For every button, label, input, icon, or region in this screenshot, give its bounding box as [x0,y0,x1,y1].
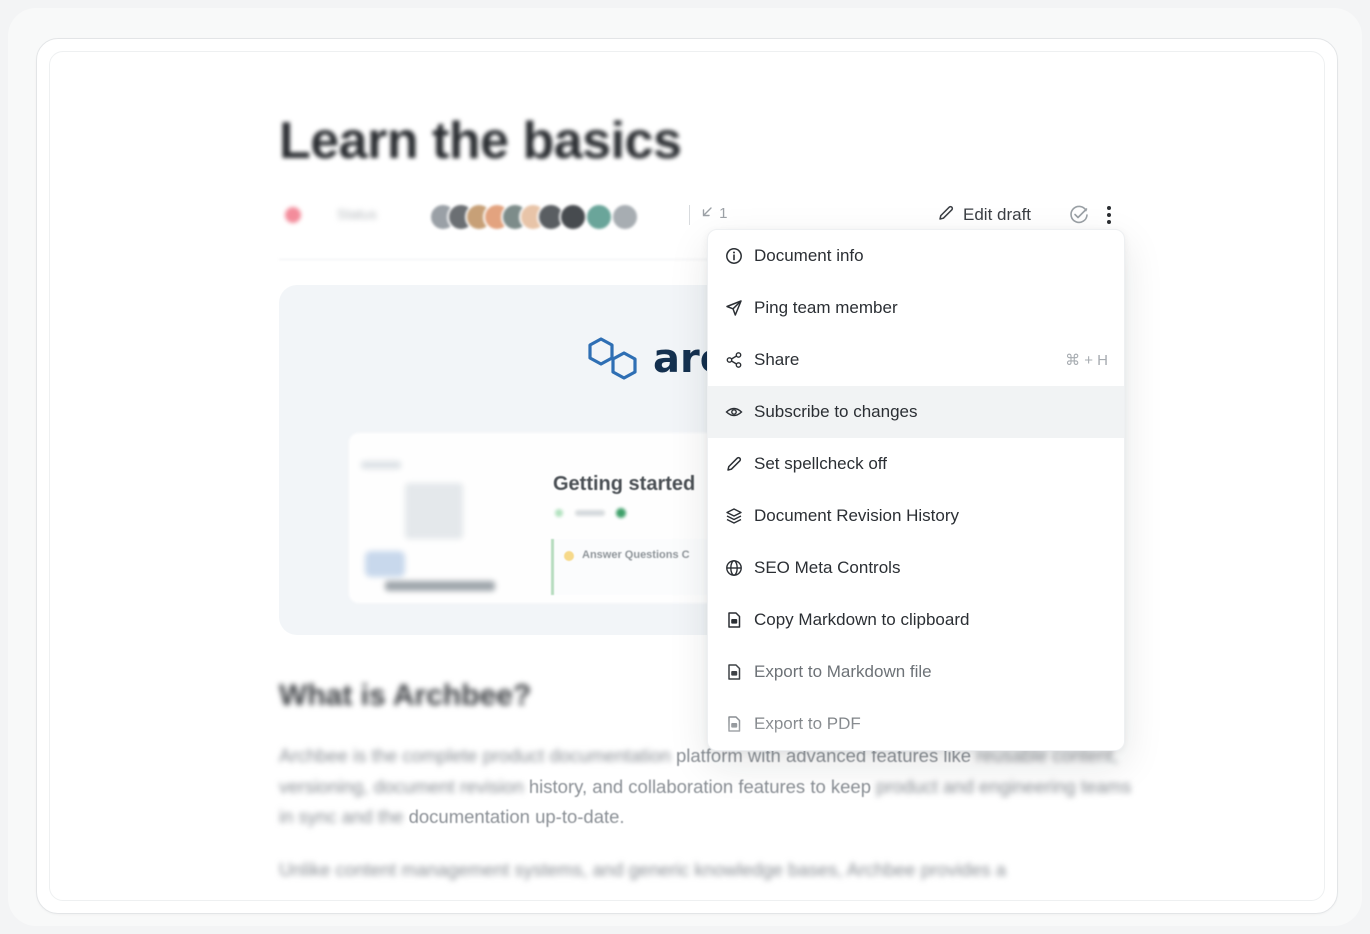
preview-heading: Getting started [553,473,696,495]
divider [279,259,709,260]
menu-item-subscribe-to-changes[interactable]: Subscribe to changes [708,386,1124,438]
body-paragraph: Unlike content management systems, and g… [279,859,1007,880]
send-icon [724,298,744,318]
avatar [611,203,639,231]
layers-icon [724,506,744,526]
document-options-menu: Document info Ping team member Share ⌘ +… [707,229,1125,751]
app-preview-sidebar [361,461,495,591]
backlinks-count: 1 [719,205,728,222]
menu-item-copy-markdown[interactable]: Copy Markdown to clipboard [708,594,1124,646]
body-paragraph: Archbee is the complete product document… [279,745,1132,827]
eye-icon [724,402,744,422]
status-badge[interactable] [285,207,301,223]
share-icon [724,350,744,370]
hero-image: arc Getting started Answer Questions C [279,285,749,635]
shortcut-hint: ⌘ + H [1065,352,1108,369]
menu-item-share[interactable]: Share ⌘ + H [708,334,1124,386]
globe-icon [724,558,744,578]
edit-draft-label: Edit draft [963,205,1032,224]
section-heading: What is Archbee? [279,679,532,712]
lightbulb-icon [564,551,574,561]
avatar [585,203,613,231]
pencil-icon [937,204,955,227]
preview-meta [555,508,626,518]
pencil-icon [724,454,744,474]
divider [689,205,690,225]
pdf-file-icon [724,714,744,734]
app-window: Learn the basics Status 1 Edit draft arc… [36,38,1338,914]
document-meta-bar: Status 1 Edit draft [279,201,1119,231]
hexagon-logo-icon [588,337,637,380]
page-title: Learn the basics [279,112,682,170]
status-label: Status [337,206,377,222]
check-circle-icon[interactable] [1067,203,1091,227]
preview-card-title: Answer Questions C [582,549,690,561]
menu-item-document-revision-history[interactable]: Document Revision History [708,490,1124,542]
menu-item-seo-meta-controls[interactable]: SEO Meta Controls [708,542,1124,594]
more-options-icon[interactable] [1097,201,1121,229]
edit-draft-button[interactable]: Edit draft [937,202,1031,228]
archbee-logo: arc [587,335,723,383]
info-icon [724,246,744,266]
arrow-down-left-icon [701,205,715,222]
markdown-file-icon [724,610,744,630]
markdown-file-icon [724,662,744,682]
backlinks-counter[interactable]: 1 [701,205,728,222]
menu-item-document-info[interactable]: Document info [708,230,1124,282]
menu-item-export-pdf[interactable]: Export to PDF [708,698,1124,750]
menu-item-ping-team-member[interactable]: Ping team member [708,282,1124,334]
menu-item-set-spellcheck-off[interactable]: Set spellcheck off [708,438,1124,490]
avatar [559,203,587,231]
menu-item-export-markdown[interactable]: Export to Markdown file [708,646,1124,698]
